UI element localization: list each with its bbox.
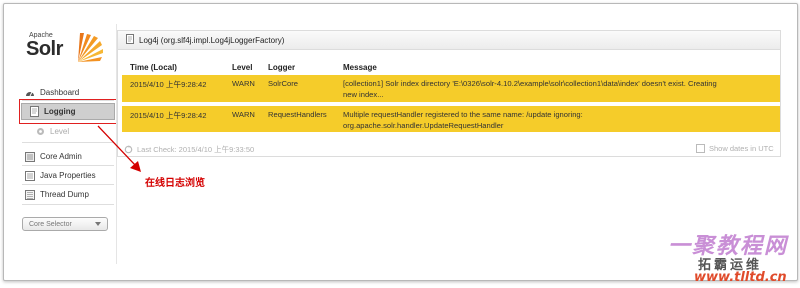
log-panel: Log4j (org.slf4j.impl.Log4jLoggerFactory… <box>117 30 781 157</box>
log-message: [collection1] Solr index directory 'E:\0… <box>343 79 717 88</box>
show-dates-label: Show dates in UTC <box>709 144 774 153</box>
sidebar-item-label: Core Admin <box>40 152 82 161</box>
sidebar-item-label: Thread Dump <box>40 190 89 199</box>
core-admin-icon <box>24 151 36 163</box>
last-check-text: Last Check: 2015/4/10 上午9:33:50 <box>137 145 255 154</box>
log-level: WARN <box>232 79 255 88</box>
utc-checkbox[interactable] <box>696 144 705 153</box>
watermark-url: www.tlltd.cn <box>694 270 787 285</box>
logo-solr-text: Solr <box>26 38 63 60</box>
level-gear-icon <box>34 126 46 138</box>
panel-header: Log4j (org.slf4j.impl.Log4jLoggerFactory… <box>118 31 780 50</box>
log-time: 2015/4/10 上午9:28:42 <box>130 80 207 89</box>
core-selector-dropdown[interactable]: Core Selector <box>22 217 108 231</box>
column-header-time: Time (Local) <box>130 63 177 72</box>
solr-sun-icon <box>78 33 103 62</box>
thread-dump-icon <box>24 189 36 201</box>
column-header-message: Message <box>343 63 377 72</box>
log-row-warn[interactable]: 2015/4/10 上午9:28:42 WARN RequestHandlers… <box>122 106 780 132</box>
dashboard-icon <box>24 87 36 99</box>
log-message-continued: org.apache.solr.handler.UpdateRequestHan… <box>343 121 504 130</box>
show-dates-utc-toggle[interactable]: Show dates in UTC <box>696 144 774 153</box>
annotation-label: 在线日志浏览 <box>145 178 205 189</box>
sidebar-item-label: Level <box>50 127 70 136</box>
column-header-logger: Logger <box>268 63 296 72</box>
logging-highlight-box <box>19 99 117 124</box>
log-level: WARN <box>232 110 255 119</box>
sidebar-item-thread-dump[interactable]: Thread Dump <box>18 186 114 203</box>
log-logger: SolrCore <box>268 79 298 88</box>
log-time: 2015/4/10 上午9:28:42 <box>130 111 207 120</box>
solr-logo[interactable]: Apache Solr <box>24 32 108 74</box>
core-selector-label: Core Selector <box>29 220 72 228</box>
column-header-level: Level <box>232 63 253 72</box>
divider <box>22 184 114 185</box>
sidebar-item-label: Dashboard <box>40 88 80 97</box>
log-message-continued: new index... <box>343 90 384 99</box>
log-row-warn[interactable]: 2015/4/10 上午9:28:42 WARN SolrCore [colle… <box>122 75 780 102</box>
log-document-icon <box>126 34 134 46</box>
panel-title: Log4j (org.slf4j.impl.Log4jLoggerFactory… <box>139 35 285 45</box>
log-message: Multiple requestHandler registered to th… <box>343 110 583 119</box>
java-properties-icon <box>24 170 36 182</box>
log-logger: RequestHandlers <box>268 110 327 119</box>
annotation-arrow-icon <box>97 125 141 172</box>
divider <box>22 204 114 205</box>
sidebar-item-label: Java Properties <box>40 171 96 180</box>
chevron-down-icon <box>95 221 101 228</box>
